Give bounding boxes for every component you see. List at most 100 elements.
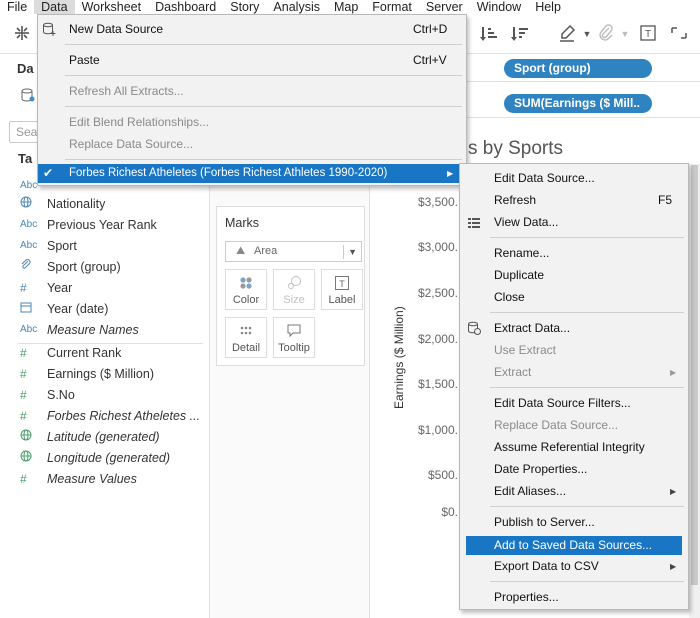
menu-item-replace-data-source[interactable]: Replace Data Source...	[460, 415, 688, 436]
menu-item-date-properties[interactable]: Date Properties...	[460, 459, 688, 480]
color-label: Color	[232, 294, 260, 306]
menu-worksheet[interactable]: Worksheet	[75, 0, 149, 14]
menu-item-replace-data-source[interactable]: Replace Data Source...	[38, 134, 466, 155]
paperclip-icon	[0, 259, 47, 274]
marks-card: Marks ⛰ Area ▼ Color Size T Label Detail…	[216, 206, 365, 366]
menu-item-duplicate[interactable]: Duplicate	[460, 265, 688, 286]
number-type-icon: #	[20, 408, 27, 423]
menu-item-view-data[interactable]: View Data...	[460, 212, 688, 233]
data-menu: New Data Source Ctrl+D Paste Ctrl+V Refr…	[37, 14, 467, 186]
size-icon	[274, 275, 314, 294]
field-name: Previous Year Rank	[47, 217, 157, 232]
menu-dashboard[interactable]: Dashboard	[148, 0, 223, 14]
globe-icon	[0, 450, 47, 465]
menu-item-refresh-all-extracts[interactable]: Refresh All Extracts...	[38, 81, 466, 102]
mark-type-select[interactable]: ⛰ Area ▼	[225, 241, 362, 262]
field-current-rank[interactable]: # Current Rank	[0, 342, 205, 363]
globe-icon	[0, 196, 47, 211]
globe-icon	[0, 429, 47, 444]
menu-item-add-to-saved-data-sources[interactable]: Add to Saved Data Sources...	[466, 536, 682, 555]
menu-item-forbes-data-source[interactable]: ✔ Forbes Richest Atheletes (Forbes Riche…	[38, 164, 466, 183]
detail-button[interactable]: Detail	[225, 317, 267, 358]
field-earnings[interactable]: # Earnings ($ Million)	[0, 363, 205, 384]
menu-item-extract[interactable]: Extract ▶	[460, 362, 688, 383]
marks-title: Marks	[225, 216, 260, 230]
field-measure-names[interactable]: Abc Measure Names	[0, 319, 205, 340]
menu-item-edit-data-source-filters[interactable]: Edit Data Source Filters...	[460, 393, 688, 414]
menu-item-refresh[interactable]: Refresh F5	[460, 190, 688, 211]
menu-item-edit-data-source[interactable]: Edit Data Source...	[460, 168, 688, 189]
field-name: Latitude (generated)	[47, 429, 160, 444]
menu-item-export-data-to-csv[interactable]: Export Data to CSV ▶	[460, 556, 688, 577]
field-measure-values[interactable]: # Measure Values	[0, 468, 205, 489]
menu-item-rename[interactable]: Rename...	[460, 243, 688, 264]
menu-analysis[interactable]: Analysis	[266, 0, 327, 14]
submenu-arrow-icon: ▶	[670, 562, 677, 571]
chart-title: s by Sports	[468, 138, 564, 159]
label-label: Label	[328, 294, 356, 306]
tableau-logo-icon[interactable]	[11, 23, 33, 45]
field-latitude[interactable]: Latitude (generated)	[0, 426, 205, 447]
database-icon	[21, 88, 35, 102]
menu-item-use-extract[interactable]: Use Extract	[460, 340, 688, 361]
menu-item-publish-to-server[interactable]: Publish to Server...	[460, 512, 688, 533]
menu-help[interactable]: Help	[528, 0, 568, 14]
field-previous-year-rank[interactable]: Abc Previous Year Rank	[0, 214, 205, 235]
menu-bar: File Data Worksheet Dashboard Story Anal…	[0, 0, 700, 14]
size-button[interactable]: Size	[273, 269, 315, 310]
menu-file[interactable]: File	[0, 0, 34, 14]
menu-map[interactable]: Map	[327, 0, 365, 14]
color-button[interactable]: Color	[225, 269, 267, 310]
field-year[interactable]: # Year	[0, 277, 205, 298]
label-button[interactable]: T Label	[321, 269, 363, 310]
chevron-down-icon: ▼	[343, 245, 357, 259]
speech-bubble-icon	[274, 323, 314, 342]
menu-item-edit-aliases[interactable]: Edit Aliases... ▶	[460, 481, 688, 502]
field-name: S.No	[47, 387, 75, 402]
number-type-icon: #	[20, 387, 27, 402]
menu-window[interactable]: Window	[470, 0, 528, 14]
field-nationality[interactable]: Nationality	[0, 193, 205, 214]
menu-server[interactable]: Server	[419, 0, 470, 14]
submenu-arrow-icon: ▶	[670, 368, 677, 377]
field-forbes-count[interactable]: # Forbes Richest Atheletes ...	[0, 405, 205, 426]
submenu-arrow-icon: ▶	[670, 487, 677, 496]
menu-format[interactable]: Format	[365, 0, 419, 14]
menu-item-edit-blend-relationships[interactable]: Edit Blend Relationships...	[38, 112, 466, 133]
earnings-pill[interactable]: SUM(Earnings ($ Mill..	[504, 94, 652, 113]
field-longitude[interactable]: Longitude (generated)	[0, 447, 205, 468]
y-tick-label: $1,500.	[417, 377, 458, 391]
menu-item-close[interactable]: Close	[460, 287, 688, 308]
number-type-icon: #	[20, 366, 27, 381]
field-sport-group[interactable]: Sport (group)	[0, 256, 205, 277]
tooltip-button[interactable]: Tooltip	[273, 317, 315, 358]
field-sno[interactable]: # S.No	[0, 384, 205, 405]
menu-item-paste[interactable]: Paste Ctrl+V	[38, 50, 466, 71]
field-sport[interactable]: Abc Sport	[0, 235, 205, 256]
menu-data[interactable]: Data	[34, 0, 75, 14]
field-name: Forbes Richest Atheletes ...	[47, 408, 201, 423]
y-tick-label: $3,000.	[417, 240, 458, 254]
y-tick-label: $500.	[427, 468, 458, 482]
sport-group-pill[interactable]: Sport (group)	[504, 59, 652, 78]
vertical-scrollbar[interactable]	[689, 164, 700, 618]
menu-separator	[490, 581, 684, 582]
color-dots-icon	[226, 275, 266, 294]
sort-ascending-icon[interactable]	[479, 23, 501, 45]
scrollbar-thumb[interactable]	[691, 165, 698, 585]
menu-story[interactable]: Story	[223, 0, 266, 14]
extract-icon	[467, 321, 481, 335]
sort-descending-icon[interactable]	[510, 23, 532, 45]
menu-separator	[65, 159, 462, 160]
data-tab[interactable]: Da	[17, 61, 34, 76]
menu-item-new-data-source[interactable]: New Data Source Ctrl+D	[38, 19, 466, 40]
field-name: Year	[47, 280, 73, 295]
presentation-icon[interactable]	[668, 23, 690, 45]
menu-separator	[65, 44, 462, 45]
text-box-icon[interactable]: T	[637, 23, 659, 45]
menu-item-properties[interactable]: Properties...	[460, 587, 688, 608]
size-label: Size	[283, 294, 305, 306]
field-year-date[interactable]: Year (date)	[0, 298, 205, 319]
menu-item-extract-data[interactable]: Extract Data...	[460, 318, 688, 339]
menu-item-assume-referential-integrity[interactable]: Assume Referential Integrity	[460, 437, 688, 458]
